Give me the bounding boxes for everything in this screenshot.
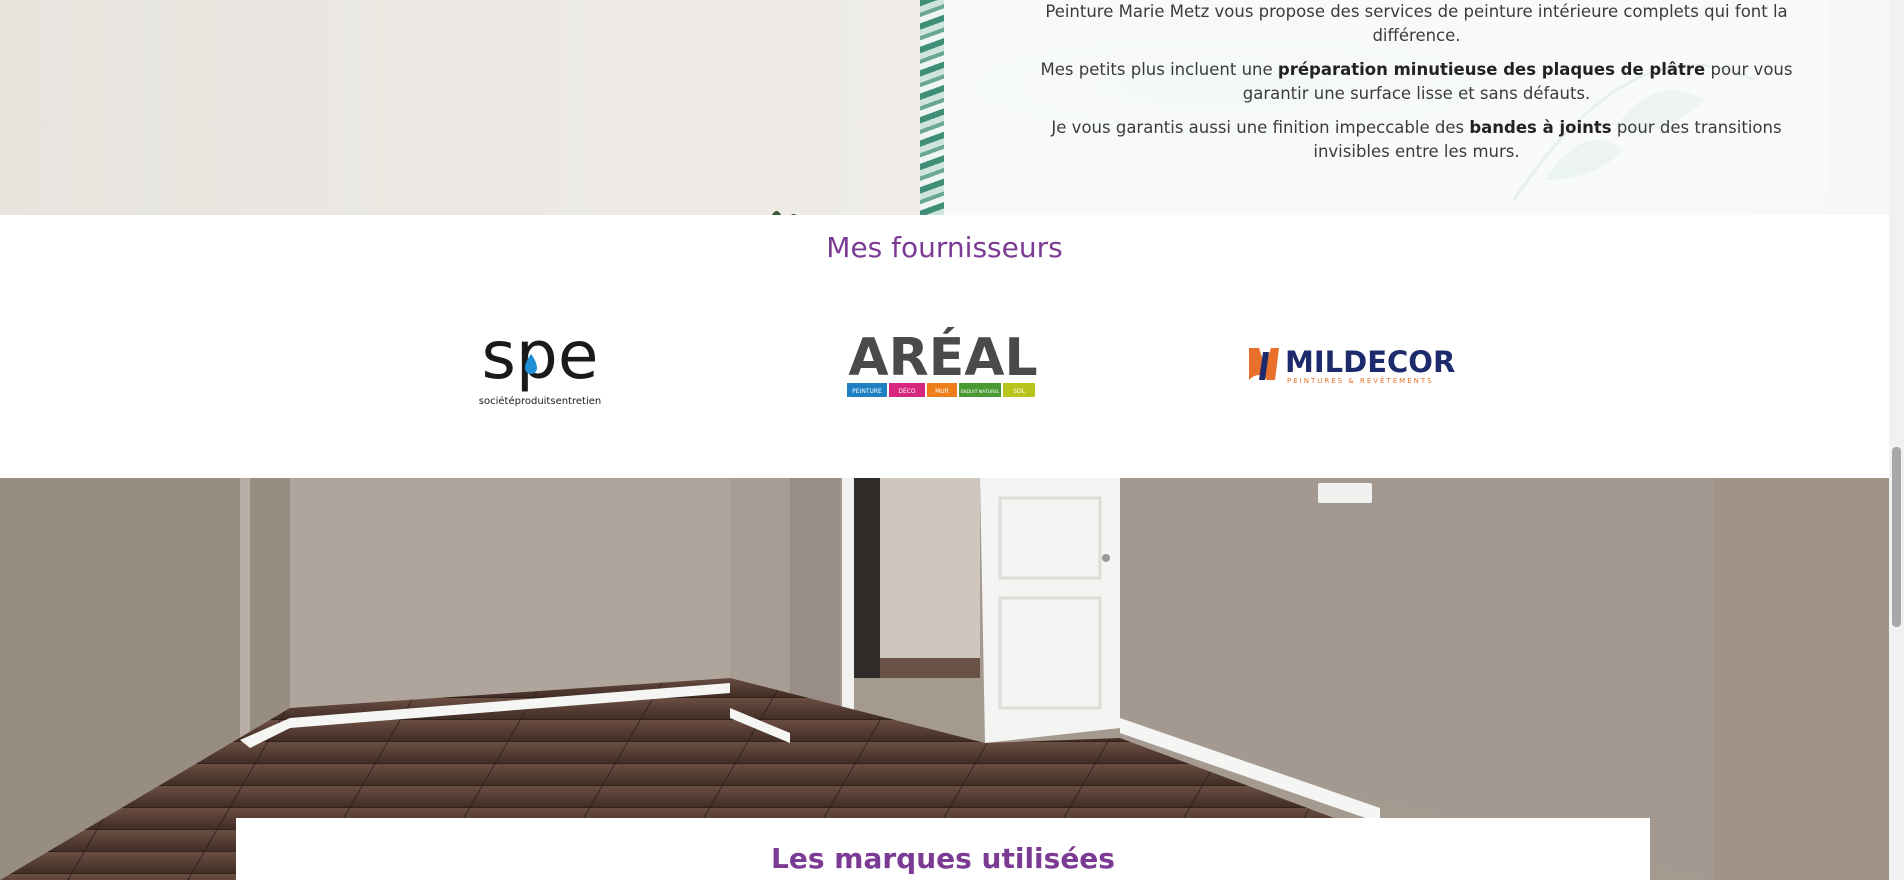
- intro-line-3-pre: Je vous garantis aussi une finition impe…: [1051, 118, 1470, 137]
- spe-tagline: sociétéproduitsentretien: [479, 395, 601, 407]
- room-photo-section: Les marques utilisées: [0, 478, 1889, 880]
- brands-card: Les marques utilisées: [236, 818, 1650, 880]
- areal-tag-label: DÉCO: [898, 387, 916, 395]
- intro-line-2: Mes petits plus incluent une préparation…: [1014, 58, 1819, 106]
- scrollbar-thumb[interactable]: [1892, 447, 1901, 627]
- mildecor-logo[interactable]: MILDECOR PEINTURES & REVÊTEMENTS: [1245, 315, 1455, 415]
- intro-line-3-bold: bandes à joints: [1469, 118, 1612, 137]
- suppliers-title: Mes fournisseurs: [826, 231, 1063, 264]
- mildecor-logo-graphic: MILDECOR PEINTURES & REVÊTEMENTS: [1249, 345, 1455, 385]
- areal-tag-label: SOL: [1013, 388, 1026, 395]
- intro-line-2-pre: Mes petits plus incluent une: [1040, 60, 1278, 79]
- intro-line-3: Je vous garantis aussi une finition impe…: [1014, 116, 1819, 164]
- brands-title: Les marques utilisées: [771, 842, 1115, 875]
- palm-leaf-strip: [920, 0, 944, 215]
- intro-text: Peinture Marie Metz vous propose des ser…: [1014, 0, 1819, 174]
- suppliers-section: Mes fournisseurs spe sociétéproduitsentr…: [0, 215, 1889, 478]
- areal-logo-graphic: ARÉAL PEINTURE DÉCO MUR ENDUIT NATUREL SOL: [847, 327, 1038, 397]
- intro-section: Peinture Marie Metz vous propose des ser…: [0, 0, 1889, 215]
- areal-tag-label: ENDUIT NATUREL: [960, 389, 1000, 395]
- areal-wordmark: ARÉAL: [848, 327, 1037, 388]
- intro-photo: [0, 0, 920, 215]
- spe-logo-graphic: spe sociétéproduitsentretien: [479, 320, 601, 407]
- spe-wordmark: spe: [482, 320, 599, 394]
- areal-logo[interactable]: ARÉAL PEINTURE DÉCO MUR ENDUIT NATUREL SOL: [843, 315, 1043, 415]
- areal-tag-label: PEINTURE: [852, 388, 882, 395]
- mildecor-tagline: PEINTURES & REVÊTEMENTS: [1287, 376, 1434, 385]
- intro-line-1: Peinture Marie Metz vous propose des ser…: [1045, 2, 1788, 45]
- intro-text-panel: Peinture Marie Metz vous propose des ser…: [944, 0, 1889, 215]
- spe-logo[interactable]: spe sociétéproduitsentretien: [455, 315, 625, 415]
- page-scrollbar[interactable]: [1889, 0, 1904, 880]
- page-right-margin: [1827, 0, 1889, 215]
- intro-line-2-bold: préparation minutieuse des plaques de pl…: [1277, 60, 1706, 79]
- areal-tag-label: MUR: [935, 388, 949, 395]
- plant-illustration: [772, 211, 797, 215]
- mildecor-wordmark: MILDECOR: [1285, 345, 1455, 379]
